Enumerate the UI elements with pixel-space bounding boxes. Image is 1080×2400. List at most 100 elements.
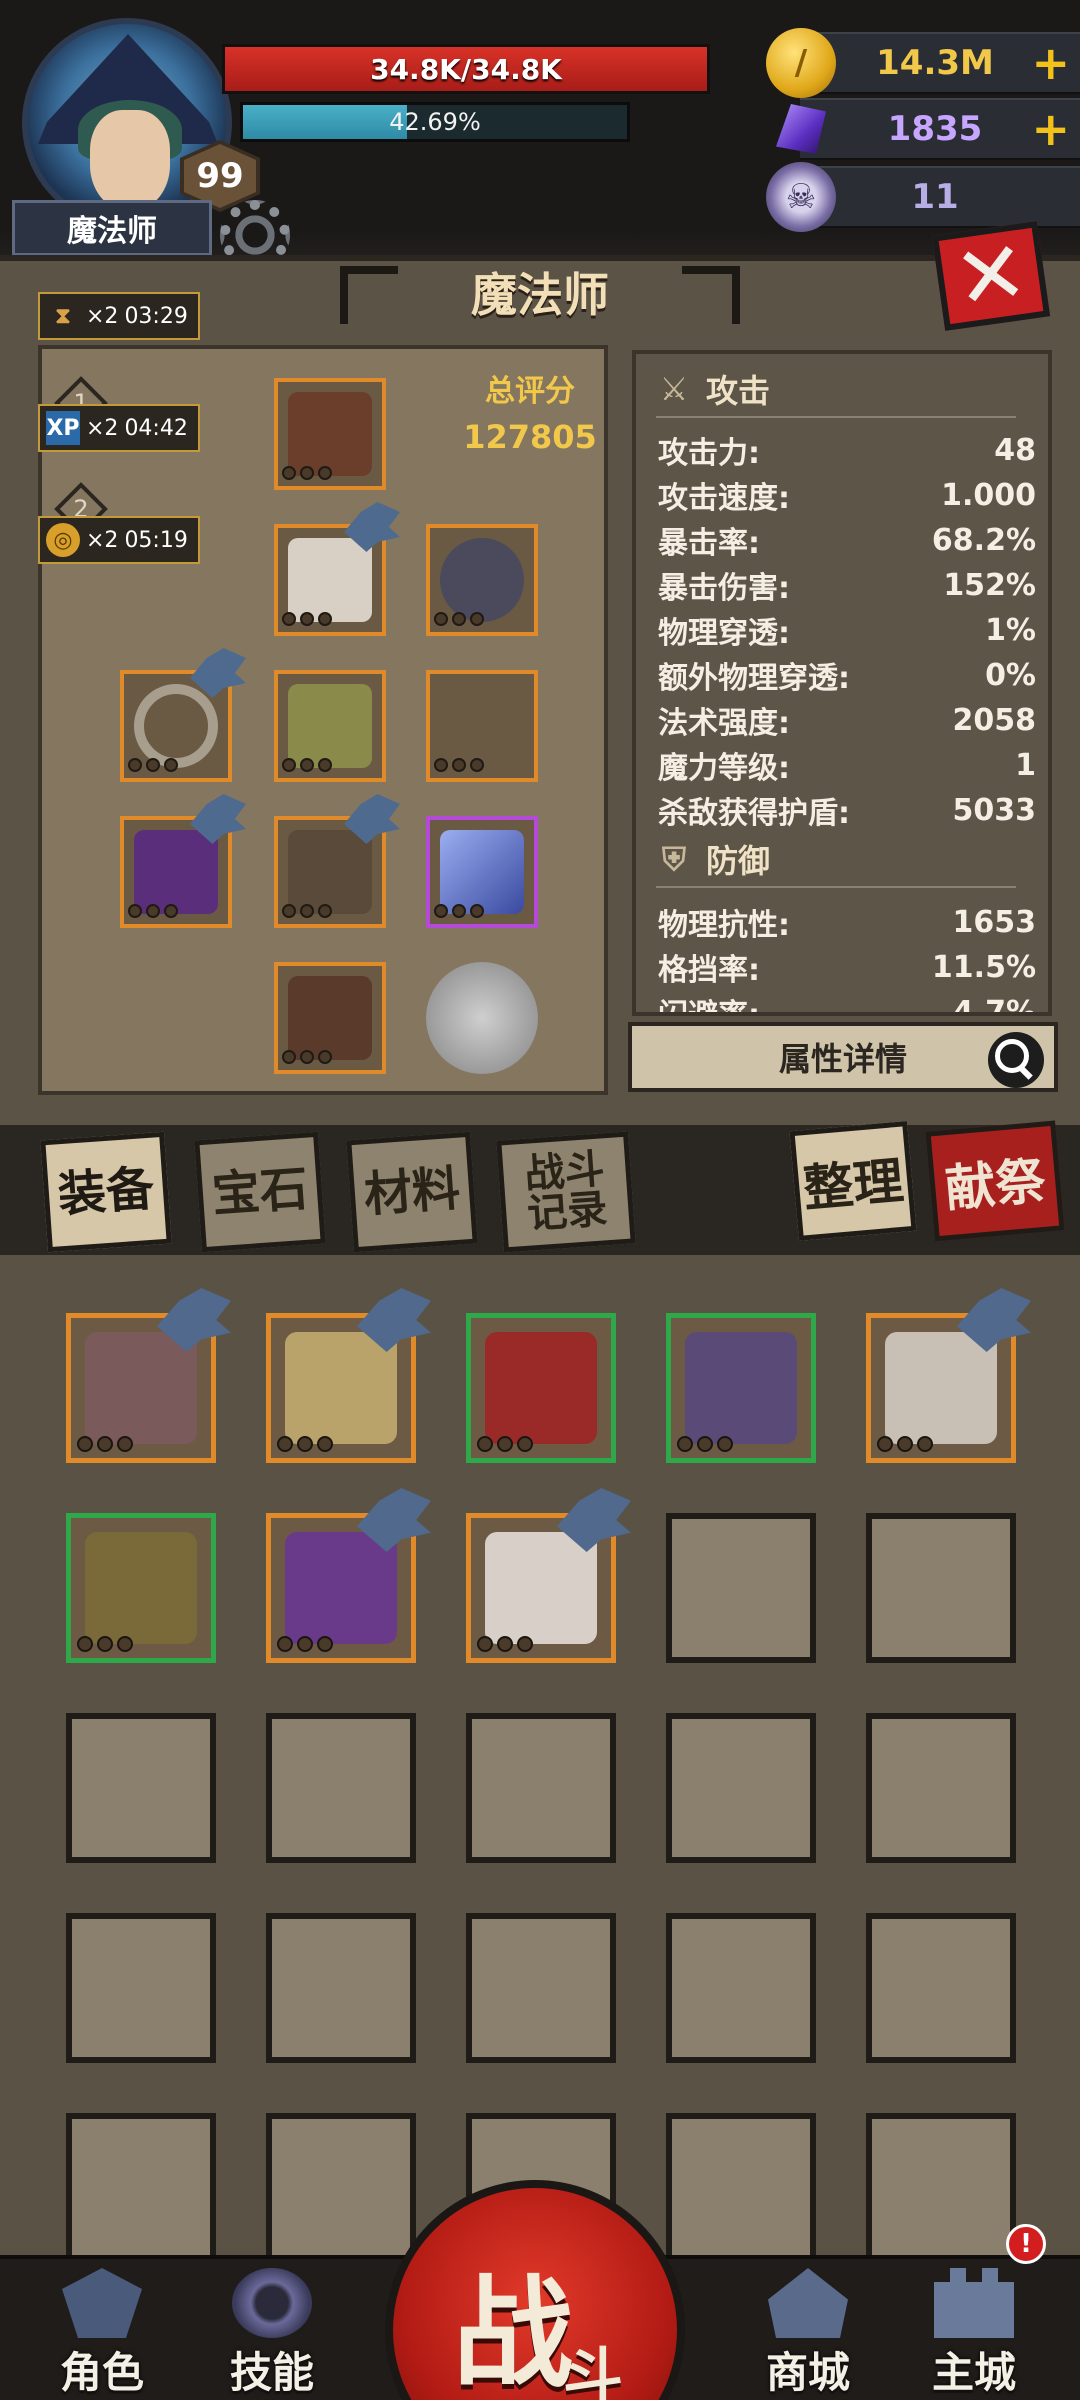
inventory-empty-slot[interactable] xyxy=(466,1713,616,1863)
sort-button[interactable]: 整理 xyxy=(789,1121,917,1241)
nav-shop[interactable]: 商城 xyxy=(728,2262,888,2400)
tab-gems[interactable]: 宝石 xyxy=(194,1131,326,1253)
buff-time: 03:29 xyxy=(124,303,188,329)
stat-row: 格挡率: 11.5% xyxy=(658,949,1036,989)
inventory-empty-slot[interactable] xyxy=(266,1913,416,2063)
inventory-empty-slot[interactable] xyxy=(466,1913,616,2063)
upgrade-pips xyxy=(128,758,188,774)
nav-main-city[interactable]: 主城 xyxy=(894,2262,1054,2400)
inventory-empty-slot[interactable] xyxy=(866,1513,1016,1663)
equip-slot-belt[interactable] xyxy=(274,670,386,782)
stat-row: 闪避率: 4.7% xyxy=(658,994,1036,1016)
belt-art xyxy=(288,684,372,768)
stat-row: 物理抗性: 1653 xyxy=(658,904,1036,944)
divider xyxy=(656,416,1016,418)
inventory-item-chest-armor[interactable] xyxy=(66,1288,231,1463)
divider xyxy=(656,886,1016,888)
inventory-empty-slot[interactable] xyxy=(666,1513,816,1663)
equip-slot-boots[interactable] xyxy=(274,962,386,1074)
tab-battle-log[interactable]: 战斗 记录 xyxy=(496,1131,636,1253)
inventory-item-purple-staff[interactable] xyxy=(266,1488,431,1663)
red-shield-art xyxy=(485,1332,597,1444)
upgrade-pips xyxy=(677,1436,733,1452)
player-name: 魔法师 xyxy=(12,200,212,256)
total-score-value: 127805 xyxy=(463,418,597,456)
total-score-label: 总评分 xyxy=(485,374,575,409)
stat-row: 攻击速度: 1.000 xyxy=(658,477,1036,517)
inventory-grid xyxy=(0,1255,1080,2263)
equip-slot-armor[interactable] xyxy=(274,502,400,636)
stat-row: 法术强度: 2058 xyxy=(658,702,1036,742)
shop-tent-icon xyxy=(768,2268,848,2338)
nav-shop-label: 商城 xyxy=(765,2348,850,2397)
inventory-item-red-shield[interactable] xyxy=(466,1313,616,1463)
inventory-item-golden-spear[interactable] xyxy=(66,1513,216,1663)
ram-skull-icon: ☠ xyxy=(766,162,836,232)
close-button[interactable]: ✕ xyxy=(931,221,1051,331)
inventory-item-sword[interactable] xyxy=(266,1288,431,1463)
gold-value: 14.3M xyxy=(876,43,994,83)
inventory-empty-slot[interactable] xyxy=(66,1713,216,1863)
nav-character[interactable]: 角色 xyxy=(22,2262,182,2400)
gauntlets-art xyxy=(885,1332,997,1444)
shield-icon: ⛨ xyxy=(661,839,686,878)
equip-slot-amulet[interactable] xyxy=(426,524,538,636)
purple-gem-icon xyxy=(766,94,836,164)
hp-text: 34.8K/34.8K xyxy=(370,52,562,86)
add-gold-button[interactable]: + xyxy=(1031,38,1070,88)
stat-row: 暴击伤害: 152% xyxy=(658,567,1036,607)
upgrade-pips xyxy=(434,758,494,774)
tab-materials[interactable]: 材料 xyxy=(346,1131,478,1253)
inventory-empty-slot[interactable] xyxy=(666,1713,816,1863)
spellbook-art xyxy=(440,830,524,914)
equip-slot-pants[interactable] xyxy=(274,794,400,928)
inventory-empty-slot[interactable] xyxy=(866,1713,1016,1863)
inventory-empty-slot[interactable] xyxy=(666,1913,816,2063)
skull-currency: ☠ 11 xyxy=(766,162,1080,232)
inventory-empty-slot[interactable] xyxy=(666,2113,816,2263)
attack-header-label: 攻击 xyxy=(706,372,771,410)
inventory-empty-slot[interactable] xyxy=(66,1913,216,2063)
hood-art xyxy=(288,392,372,476)
equip-slot-ring[interactable] xyxy=(120,648,246,782)
buff-timer-xp: XP ×2 04:42 xyxy=(38,404,200,452)
panel-title: 魔法师 xyxy=(330,252,750,332)
equip-slot-necklace[interactable] xyxy=(426,670,538,782)
character-icon xyxy=(62,2268,142,2338)
stat-row: 额外物理穿透: 0% xyxy=(658,657,1036,697)
inventory-item-crossed-blades[interactable] xyxy=(666,1313,816,1463)
equip-slot-offhand[interactable] xyxy=(426,816,538,928)
buff-multiplier: ×2 xyxy=(86,527,119,553)
nav-character-label: 角色 xyxy=(59,2348,144,2397)
inventory-item-white-pants[interactable] xyxy=(466,1488,631,1663)
equip-slot-weapon[interactable] xyxy=(120,794,246,928)
inventory-item-gauntlets[interactable] xyxy=(866,1288,1031,1463)
search-icon xyxy=(988,1032,1044,1088)
upgrade-pips xyxy=(282,612,342,628)
nav-skills-label: 技能 xyxy=(229,2348,314,2397)
stat-row: 攻击力: 48 xyxy=(658,432,1036,472)
stats-panel[interactable]: ⚔ 攻击 攻击力: 48 攻击速度: 1.000 暴击率: 68.2% 暴击伤害: 15… xyxy=(632,350,1052,1016)
inventory-empty-slot[interactable] xyxy=(866,1913,1016,2063)
attribute-details-button[interactable]: 属性详情 xyxy=(628,1022,1058,1092)
tab-equipment[interactable]: 装备 xyxy=(40,1131,172,1253)
upgrade-pips xyxy=(434,612,494,628)
xp-icon: XP xyxy=(46,411,80,445)
equip-slot-empty-seal[interactable] xyxy=(426,962,538,1074)
inventory-empty-slot[interactable] xyxy=(266,2113,416,2263)
coin-icon: ◎ xyxy=(46,523,80,557)
golden-spear-art xyxy=(85,1532,197,1644)
skull-amulet-art xyxy=(440,538,524,622)
sacrifice-button[interactable]: 献祭 xyxy=(925,1120,1065,1242)
add-gem-button[interactable]: + xyxy=(1031,104,1070,154)
inventory-empty-slot[interactable] xyxy=(866,2113,1016,2263)
inventory-empty-slot[interactable] xyxy=(66,2113,216,2263)
upgrade-pips xyxy=(282,466,342,482)
upgrade-pips xyxy=(282,904,342,920)
equip-slot-helmet[interactable] xyxy=(274,378,386,490)
nav-skills[interactable]: 技能 xyxy=(192,2262,352,2400)
inventory-empty-slot[interactable] xyxy=(266,1713,416,1863)
close-icon: ✕ xyxy=(948,221,1034,331)
buff-timer-coin: ◎ ×2 05:19 xyxy=(38,516,200,564)
boots-art xyxy=(288,976,372,1060)
